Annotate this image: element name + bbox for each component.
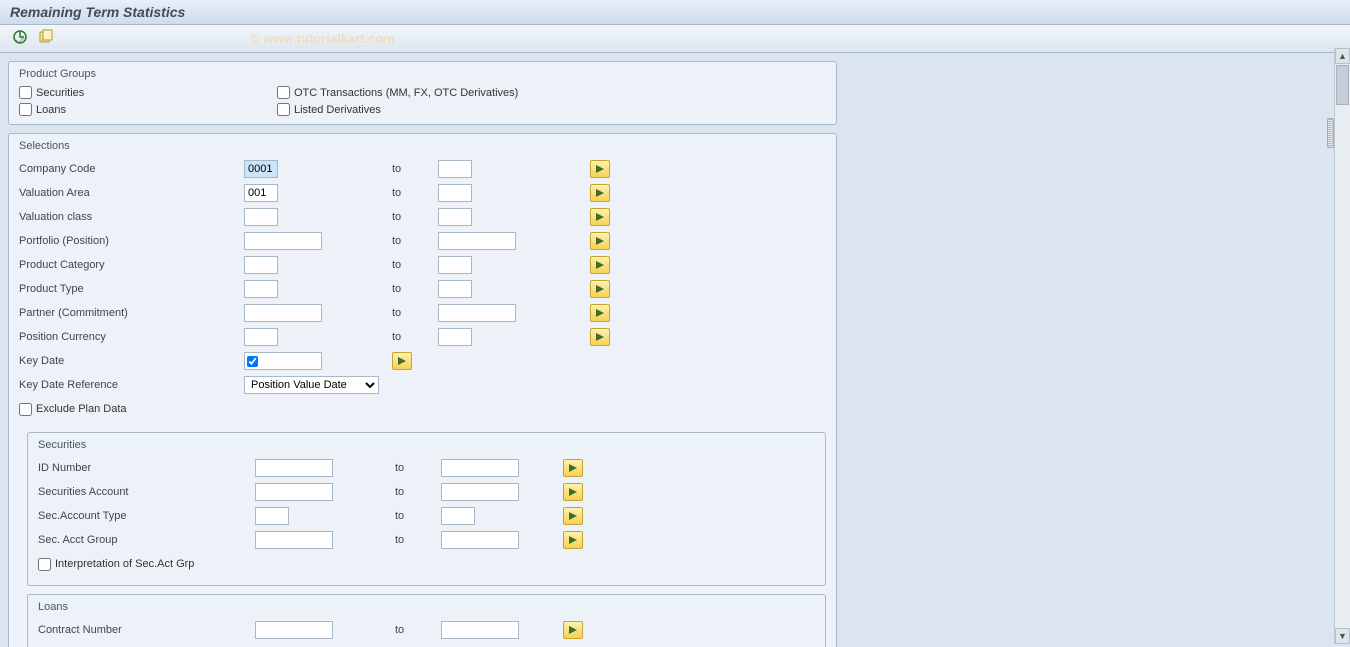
input-contract-number-to[interactable] [441, 621, 519, 639]
input-key-date-value[interactable] [259, 353, 319, 369]
multi-select-company-code[interactable] [590, 160, 610, 178]
input-partner-to[interactable] [438, 304, 516, 322]
input-product-type-to[interactable] [438, 280, 472, 298]
multi-select-sec-account[interactable] [563, 483, 583, 501]
input-sec-account-to[interactable] [441, 483, 519, 501]
execute-button[interactable] [10, 27, 30, 50]
input-product-category-from[interactable] [244, 256, 278, 274]
label-interpret-sec-act-grp: Interpretation of Sec.Act Grp [55, 558, 194, 570]
scroll-track[interactable] [1335, 106, 1350, 628]
input-company-code-from[interactable] [244, 160, 278, 178]
vertical-scrollbar[interactable]: ▲ ▼ [1334, 48, 1350, 644]
checkbox-exclude-plan[interactable] [19, 403, 32, 416]
label-product-type: Product Type [19, 283, 244, 295]
input-sec-account-from[interactable] [255, 483, 333, 501]
multi-select-valuation-class[interactable] [590, 208, 610, 226]
main-content: Product Groups Securities OTC Transactio… [0, 53, 845, 647]
label-valuation-area: Valuation Area [19, 187, 244, 199]
label-otc: OTC Transactions (MM, FX, OTC Derivative… [294, 87, 518, 99]
checkbox-otc[interactable] [277, 86, 290, 99]
label-to: to [392, 163, 438, 175]
input-id-number-from[interactable] [255, 459, 333, 477]
label-partner: Partner (Commitment) [19, 307, 244, 319]
scroll-down-arrow-icon[interactable]: ▼ [1335, 628, 1350, 644]
label-id-number: ID Number [38, 462, 255, 474]
input-sec-acct-group-from[interactable] [255, 531, 333, 549]
label-loans: Loans [36, 104, 66, 116]
checkbox-securities[interactable] [19, 86, 32, 99]
input-id-number-to[interactable] [441, 459, 519, 477]
group-securities: Securities ID Number to Securities Accou… [27, 432, 826, 586]
multi-select-contract-number[interactable] [563, 621, 583, 639]
multi-select-portfolio[interactable] [590, 232, 610, 250]
label-key-date-ref: Key Date Reference [19, 379, 244, 391]
input-key-date-wrapper[interactable] [244, 352, 322, 370]
label-portfolio: Portfolio (Position) [19, 235, 244, 247]
input-position-currency-from[interactable] [244, 328, 278, 346]
scroll-up-arrow-icon[interactable]: ▲ [1335, 48, 1350, 64]
watermark-text: © www.tutorialkart.com [250, 31, 395, 46]
label-key-date: Key Date [19, 355, 244, 367]
input-partner-from[interactable] [244, 304, 322, 322]
get-variant-button[interactable] [36, 27, 56, 50]
multi-select-key-date[interactable] [392, 352, 412, 370]
label-exclude-plan: Exclude Plan Data [36, 403, 127, 415]
label-contract-number: Contract Number [38, 624, 255, 636]
label-product-category: Product Category [19, 259, 244, 271]
checkbox-interpret-sec-act-grp[interactable] [38, 558, 51, 571]
input-valuation-area-from[interactable] [244, 184, 278, 202]
multi-select-product-category[interactable] [590, 256, 610, 274]
group-title-loans: Loans [38, 601, 815, 613]
multi-select-id-number[interactable] [563, 459, 583, 477]
multi-select-sec-acct-group[interactable] [563, 531, 583, 549]
label-securities: Securities [36, 87, 84, 99]
label-company-code: Company Code [19, 163, 244, 175]
multi-select-partner[interactable] [590, 304, 610, 322]
scroll-thumb[interactable] [1336, 65, 1349, 105]
label-sec-acct-group: Sec. Acct Group [38, 534, 255, 546]
input-product-type-from[interactable] [244, 280, 278, 298]
multi-select-sec-account-type[interactable] [563, 507, 583, 525]
input-portfolio-to[interactable] [438, 232, 516, 250]
toolbar: © www.tutorialkart.com [0, 25, 1350, 53]
checkbox-listed[interactable] [277, 103, 290, 116]
multi-select-valuation-area[interactable] [590, 184, 610, 202]
group-product-groups: Product Groups Securities OTC Transactio… [8, 61, 837, 125]
input-sec-acct-group-to[interactable] [441, 531, 519, 549]
group-title-selections: Selections [19, 140, 826, 152]
input-portfolio-from[interactable] [244, 232, 322, 250]
input-product-category-to[interactable] [438, 256, 472, 274]
label-position-currency: Position Currency [19, 331, 244, 343]
input-sec-account-type-from[interactable] [255, 507, 289, 525]
multi-select-product-type[interactable] [590, 280, 610, 298]
group-title-securities: Securities [38, 439, 815, 451]
label-listed: Listed Derivatives [294, 104, 381, 116]
input-sec-account-type-to[interactable] [441, 507, 475, 525]
checkbox-loans[interactable] [19, 103, 32, 116]
splitter-handle[interactable] [1327, 118, 1334, 148]
group-selections: Selections Company Code to Valuation Are… [8, 133, 837, 647]
label-sec-account-type: Sec.Account Type [38, 510, 255, 522]
label-valuation-class: Valuation class [19, 211, 244, 223]
right-empty-area [845, 53, 1350, 647]
group-title-product-groups: Product Groups [19, 68, 826, 80]
checkbox-key-date[interactable] [247, 356, 258, 367]
input-valuation-area-to[interactable] [438, 184, 472, 202]
multi-select-position-currency[interactable] [590, 328, 610, 346]
select-key-date-ref[interactable]: Position Value Date [244, 376, 379, 394]
input-position-currency-to[interactable] [438, 328, 472, 346]
label-sec-account: Securities Account [38, 486, 255, 498]
input-contract-number-from[interactable] [255, 621, 333, 639]
input-company-code-to[interactable] [438, 160, 472, 178]
page-title: Remaining Term Statistics [10, 4, 1340, 20]
group-loans: Loans Contract Number to [27, 594, 826, 647]
title-bar: Remaining Term Statistics [0, 0, 1350, 25]
input-valuation-class-to[interactable] [438, 208, 472, 226]
input-valuation-class-from[interactable] [244, 208, 278, 226]
